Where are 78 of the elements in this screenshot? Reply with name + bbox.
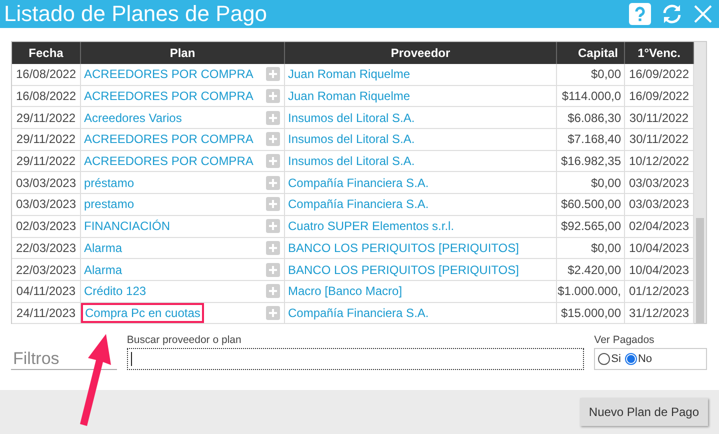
plan-link[interactable]: Acreedores Varios xyxy=(84,110,182,125)
new-plan-button[interactable]: Nuevo Plan de Pago xyxy=(580,398,708,426)
provider-link[interactable]: Compañía Financiera S.A. xyxy=(288,306,429,320)
table-cell: $6.086,30 xyxy=(557,107,625,128)
plus-icon[interactable] xyxy=(266,132,280,146)
provider-link[interactable]: Juan Roman Riquelme xyxy=(288,89,410,104)
table-cell: $7.168,40 xyxy=(557,129,625,150)
window-title: Listado de Planes de Pago xyxy=(4,0,267,28)
column-header[interactable]: Capital xyxy=(557,42,625,64)
table-cell: 16/08/2022 xyxy=(12,86,81,106)
table-cell: 02/03/2023 xyxy=(12,216,81,236)
table-cell: $2.420,00 xyxy=(557,259,625,280)
plan-link[interactable]: préstamo xyxy=(84,176,134,190)
column-header[interactable]: Proveedor xyxy=(285,42,557,64)
plus-icon[interactable] xyxy=(266,306,280,320)
plus-icon[interactable] xyxy=(266,240,280,255)
radio-option[interactable]: No xyxy=(624,353,652,365)
plan-link[interactable]: ACREEDORES POR COMPRA xyxy=(84,89,254,104)
table-cell: 24/11/2023 xyxy=(12,302,81,324)
plan-link[interactable]: Compra Pc en cuotas xyxy=(84,306,202,320)
table-cell: 29/11/2022 xyxy=(12,150,81,172)
table-cell: 03/03/2023 xyxy=(12,194,81,215)
table-cell: 03/03/2023 xyxy=(12,172,81,194)
provider-link[interactable]: Compañía Financiera S.A. xyxy=(288,197,429,212)
provider-link[interactable]: Insumos del Litoral S.A. xyxy=(288,132,415,146)
plus-icon[interactable] xyxy=(266,67,280,82)
table-cell: $114.000,0 xyxy=(557,86,625,106)
scrollbar-thumb[interactable] xyxy=(696,218,704,323)
table-cell: $60.500,00 xyxy=(557,194,625,215)
ver-pagados-label: Ver Pagados xyxy=(594,334,656,346)
plan-link[interactable]: FINANCIACIÓN xyxy=(84,219,170,234)
plan-link[interactable]: Alarma xyxy=(84,240,122,255)
plus-icon[interactable] xyxy=(266,110,280,125)
table-cell: $15.000,00 xyxy=(557,302,625,324)
plus-icon[interactable] xyxy=(266,219,280,234)
provider-link[interactable]: Juan Roman Riquelme xyxy=(288,67,410,82)
table-cell: $16.982,35 xyxy=(557,150,625,172)
help-icon[interactable] xyxy=(629,3,651,25)
table-cell: 29/11/2022 xyxy=(12,129,81,150)
table-cell: $0,00 xyxy=(557,172,625,194)
plan-link[interactable]: ACREEDORES POR COMPRA xyxy=(84,67,254,82)
radio-option[interactable]: Si xyxy=(598,353,621,365)
refresh-icon[interactable] xyxy=(661,3,683,25)
table-cell: $92.565,00 xyxy=(557,216,625,236)
column-header[interactable]: Fecha xyxy=(12,42,81,64)
plus-icon[interactable] xyxy=(266,176,280,190)
provider-link[interactable]: Insumos del Litoral S.A. xyxy=(288,154,415,168)
provider-link[interactable]: Cuatro SUPER Elementos s.r.l. xyxy=(288,219,454,234)
close-icon[interactable] xyxy=(693,4,713,24)
radio-button[interactable] xyxy=(598,353,610,365)
table-cell: $0,00 xyxy=(557,238,625,258)
provider-link[interactable]: Macro [Banco Macro] xyxy=(288,284,402,298)
search-label: Buscar proveedor o plan xyxy=(126,334,242,346)
search-field[interactable] xyxy=(126,348,584,370)
column-header[interactable]: Plan xyxy=(81,42,285,64)
table-cell: 22/03/2023 xyxy=(12,238,81,258)
provider-link[interactable]: BANCO LOS PERIQUITOS [PERIQUITOS] xyxy=(288,240,519,255)
plus-icon[interactable] xyxy=(266,89,280,104)
provider-link[interactable]: Insumos del Litoral S.A. xyxy=(288,110,415,125)
plan-link[interactable]: prestamo xyxy=(84,197,134,212)
radio-button[interactable] xyxy=(624,353,637,365)
plus-icon[interactable] xyxy=(266,262,280,277)
table-cell: $0,00 xyxy=(557,64,625,85)
plus-icon[interactable] xyxy=(266,284,280,298)
table-cell: 29/11/2022 xyxy=(12,107,81,128)
scrollbar[interactable] xyxy=(694,42,706,323)
plan-link[interactable]: Alarma xyxy=(84,262,122,277)
provider-link[interactable]: Compañía Financiera S.A. xyxy=(288,176,429,190)
plan-link[interactable]: ACREEDORES POR COMPRA xyxy=(84,132,254,146)
provider-link[interactable]: BANCO LOS PERIQUITOS [PERIQUITOS] xyxy=(288,262,519,277)
table-cell: 16/08/2022 xyxy=(12,64,81,85)
plan-link[interactable]: Crédito 123 xyxy=(84,284,146,298)
plus-icon[interactable] xyxy=(266,154,280,168)
table-cell: $1.000.000, xyxy=(557,280,625,302)
table-cell: 22/03/2023 xyxy=(12,259,81,280)
plan-link[interactable]: ACREEDORES POR COMPRA xyxy=(84,154,254,168)
plus-icon[interactable] xyxy=(266,197,280,212)
table-cell: 04/11/2023 xyxy=(12,280,81,302)
